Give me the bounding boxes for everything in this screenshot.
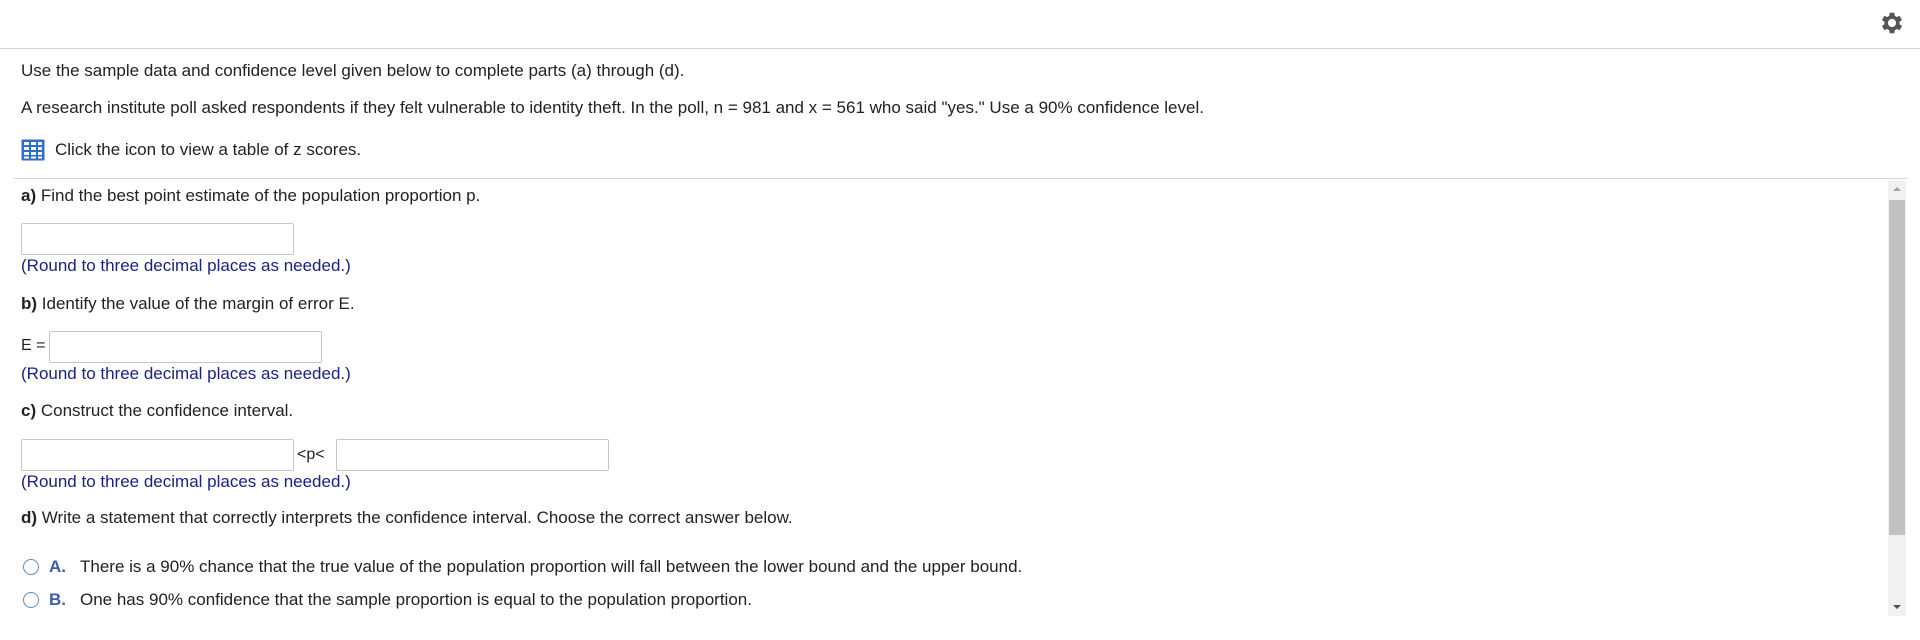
option-b[interactable]: B. One has 90% confidence that the sampl… bbox=[23, 589, 752, 611]
part-d-text: Write a statement that correctly interpr… bbox=[37, 508, 793, 527]
gear-icon[interactable] bbox=[1878, 9, 1906, 37]
part-b-question: b) Identify the value of the margin of e… bbox=[21, 293, 355, 315]
z-table-link-text: Click the icon to view a table of z scor… bbox=[55, 140, 362, 159]
z-table-link[interactable]: Click the icon to view a table of z scor… bbox=[21, 139, 361, 161]
margin-error-label: E = bbox=[21, 337, 46, 354]
interval-middle-label: <p< bbox=[297, 446, 325, 463]
part-a-text: Find the best point estimate of the popu… bbox=[36, 186, 481, 205]
part-c-text: Construct the confidence interval. bbox=[36, 401, 294, 420]
instruction-text: Use the sample data and confidence level… bbox=[21, 61, 685, 80]
part-c-question: c) Construct the confidence interval. bbox=[21, 400, 293, 422]
question-work-area: a) Find the best point estimate of the p… bbox=[0, 179, 1886, 640]
problem-intro: Use the sample data and confidence level… bbox=[21, 60, 1204, 119]
interval-lower-input[interactable] bbox=[21, 439, 294, 471]
option-a-text: There is a 90% chance that the true valu… bbox=[80, 557, 1023, 576]
part-d-question: d) Write a statement that correctly inte… bbox=[21, 507, 793, 529]
part-b-hint: (Round to three decimal places as needed… bbox=[21, 364, 351, 383]
scroll-up-arrow-icon[interactable] bbox=[1888, 181, 1906, 197]
option-a[interactable]: A. There is a 90% chance that the true v… bbox=[23, 556, 1022, 578]
option-a-letter: A. bbox=[49, 557, 66, 576]
option-b-radio[interactable] bbox=[23, 592, 39, 608]
part-b-text: Identify the value of the margin of erro… bbox=[37, 294, 355, 313]
part-a-hint: (Round to three decimal places as needed… bbox=[21, 256, 351, 275]
top-bar bbox=[0, 0, 1920, 49]
part-a-question: a) Find the best point estimate of the p… bbox=[21, 185, 480, 207]
interval-upper-input[interactable] bbox=[336, 439, 609, 471]
option-b-letter: B. bbox=[49, 590, 66, 609]
scrollbar-thumb[interactable] bbox=[1889, 200, 1905, 535]
part-b-letter: b) bbox=[21, 294, 38, 313]
part-a-letter: a) bbox=[21, 186, 37, 205]
option-a-radio[interactable] bbox=[23, 559, 39, 575]
part-c-letter: c) bbox=[21, 401, 37, 420]
table-icon[interactable] bbox=[21, 139, 45, 161]
point-estimate-input[interactable] bbox=[21, 223, 294, 255]
part-c-hint: (Round to three decimal places as needed… bbox=[21, 472, 351, 491]
margin-error-input[interactable] bbox=[49, 331, 322, 363]
problem-text: A research institute poll asked responde… bbox=[21, 98, 1204, 117]
option-b-text: One has 90% confidence that the sample p… bbox=[80, 590, 752, 609]
scroll-down-arrow-icon[interactable] bbox=[1888, 599, 1906, 615]
part-d-letter: d) bbox=[21, 508, 38, 527]
